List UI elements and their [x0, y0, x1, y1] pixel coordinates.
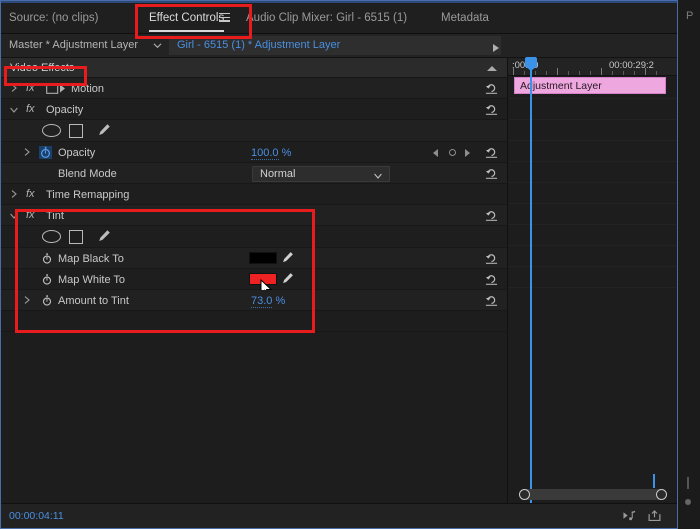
effect-row-motion[interactable]: fx Motion [1, 78, 507, 99]
playhead-marker-bottom [653, 474, 655, 488]
rectangle-mask-icon[interactable] [69, 124, 83, 138]
chevron-down-icon [374, 173, 382, 179]
export-frame-icon[interactable] [648, 510, 661, 522]
property-label-map-black-to: Map Black To [58, 253, 124, 265]
pen-mask-icon[interactable] [97, 229, 111, 243]
reset-icon[interactable] [485, 209, 498, 222]
disclosure-triangle-collapsed-icon[interactable] [10, 190, 18, 198]
effect-name-time-remapping: Time Remapping [46, 189, 130, 201]
effect-name-opacity: Opacity [46, 104, 84, 116]
property-label-opacity: Opacity [58, 147, 96, 159]
adjacent-panel-dot [685, 499, 691, 505]
stopwatch-icon-active[interactable] [39, 146, 52, 159]
effects-list: Video Effects fx Motion fx Opacity Opaci… [1, 58, 507, 503]
blend-mode-dropdown[interactable]: Normal [252, 166, 390, 182]
stopwatch-icon[interactable] [41, 294, 53, 307]
effect-controls-timeline: :00:00 00:00:29:2 Adjustment Layer [507, 57, 677, 503]
empty-row [1, 311, 507, 332]
rectangle-mask-icon[interactable] [69, 230, 83, 244]
effect-name-tint: Tint [46, 210, 64, 222]
tab-metadata[interactable]: Metadata [441, 8, 489, 28]
property-row-map-white-to[interactable]: Map White To [1, 269, 507, 296]
tab-effect-controls[interactable]: Effect Controls [149, 8, 225, 32]
premiere-pro-window: Source: (no clips) Effect Controls Audio… [0, 0, 700, 529]
timeline-clip-label: Adjustment Layer [520, 80, 602, 92]
master-label: Master * Adjustment Layer [9, 39, 139, 51]
reset-icon[interactable] [485, 167, 498, 180]
property-label-amount-to-tint: Amount to Tint [58, 295, 129, 307]
scrollbar-handle-right[interactable] [656, 489, 667, 500]
fx-icon: fx [26, 82, 35, 94]
ellipse-mask-icon[interactable] [42, 124, 61, 137]
adjacent-panel-sliver: P [679, 0, 700, 529]
property-row-amount-to-tint[interactable]: Amount to Tint 73.0 % [1, 290, 507, 311]
playhead-handle-icon[interactable] [525, 57, 537, 71]
timeline-playhead[interactable] [525, 57, 537, 503]
clip-name-label: Girl - 6515 (1) * Adjustment Layer [177, 39, 341, 51]
empty-area [1, 332, 507, 503]
amount-to-tint-value[interactable]: 73.0 % [251, 295, 285, 308]
prev-keyframe-icon[interactable] [433, 149, 438, 157]
tab-audio-clip-mixer[interactable]: Audio Clip Mixer: Girl - 6515 (1) [246, 8, 407, 28]
stopwatch-icon[interactable] [41, 273, 53, 286]
disclosure-triangle-expanded-icon[interactable] [10, 106, 18, 114]
opacity-mask-tools-row [1, 120, 507, 142]
play-triangle-icon[interactable] [493, 44, 499, 52]
eyedropper-icon[interactable] [281, 272, 294, 285]
disclosure-triangle-collapsed-icon[interactable] [10, 84, 18, 92]
property-label-blend-mode: Blend Mode [58, 168, 117, 180]
reset-icon[interactable] [485, 82, 498, 95]
property-row-opacity[interactable]: Opacity 100.0 % [1, 142, 507, 163]
chevron-down-icon[interactable] [153, 41, 162, 50]
effect-name-motion: Motion [71, 83, 105, 95]
fx-icon: fx [26, 209, 35, 221]
opacity-value[interactable]: 100.0 % [251, 147, 291, 160]
fx-icon: fx [26, 188, 35, 200]
video-effects-label: Video Effects [10, 62, 75, 74]
panel-menu-icon[interactable] [219, 13, 230, 22]
disclosure-triangle-collapsed-icon[interactable] [23, 148, 31, 156]
color-swatch-map-black-to[interactable] [249, 252, 277, 264]
timeline-clip-bar[interactable]: Adjustment Layer [514, 77, 666, 94]
reset-icon[interactable] [485, 273, 498, 286]
adjacent-panel-marker [687, 477, 689, 489]
fx-icon: fx [26, 103, 35, 115]
property-row-map-black-to[interactable]: Map Black To [1, 248, 507, 269]
eyedropper-icon[interactable] [281, 251, 294, 264]
reset-icon[interactable] [485, 252, 498, 265]
effect-controls-panel: Source: (no clips) Effect Controls Audio… [0, 0, 678, 529]
effect-row-tint[interactable]: fx Tint [1, 205, 507, 226]
horizontal-scrollbar[interactable] [519, 489, 667, 500]
add-keyframe-icon[interactable] [449, 149, 456, 156]
panel-tab-bar: Source: (no clips) Effect Controls Audio… [1, 1, 677, 34]
video-effects-header[interactable]: Video Effects [1, 58, 507, 78]
reset-icon[interactable] [485, 294, 498, 307]
transform-box-icon [46, 83, 65, 94]
effect-row-time-remapping[interactable]: fx Time Remapping [1, 184, 507, 205]
blend-mode-value: Normal [260, 168, 296, 180]
status-bar: 00:00:04:11 [1, 503, 677, 528]
property-row-blend-mode[interactable]: Blend Mode Normal [1, 163, 507, 184]
tint-mask-tools-row [1, 226, 507, 248]
disclosure-triangle-expanded-icon[interactable] [10, 212, 18, 220]
property-label-map-white-to: Map White To [58, 274, 126, 286]
play-audio-icon[interactable] [623, 510, 636, 522]
reset-icon[interactable] [485, 103, 498, 116]
reset-icon[interactable] [485, 146, 498, 159]
caret-up-icon[interactable] [487, 66, 497, 71]
scrollbar-handle-left[interactable] [519, 489, 530, 500]
ellipse-mask-icon[interactable] [42, 230, 61, 243]
clip-name-field[interactable]: Girl - 6515 (1) * Adjustment Layer [169, 36, 501, 55]
pen-mask-icon[interactable] [97, 123, 111, 137]
next-keyframe-icon[interactable] [465, 149, 470, 157]
status-timecode[interactable]: 00:00:04:11 [9, 510, 64, 522]
adjacent-panel-tab-label[interactable]: P [686, 10, 693, 22]
stopwatch-icon[interactable] [41, 252, 53, 265]
effect-row-opacity[interactable]: fx Opacity [1, 99, 507, 120]
master-clip-bar: Master * Adjustment Layer Girl - 6515 (1… [1, 34, 677, 58]
disclosure-triangle-collapsed-icon[interactable] [23, 296, 31, 304]
tab-source[interactable]: Source: (no clips) [9, 8, 98, 28]
